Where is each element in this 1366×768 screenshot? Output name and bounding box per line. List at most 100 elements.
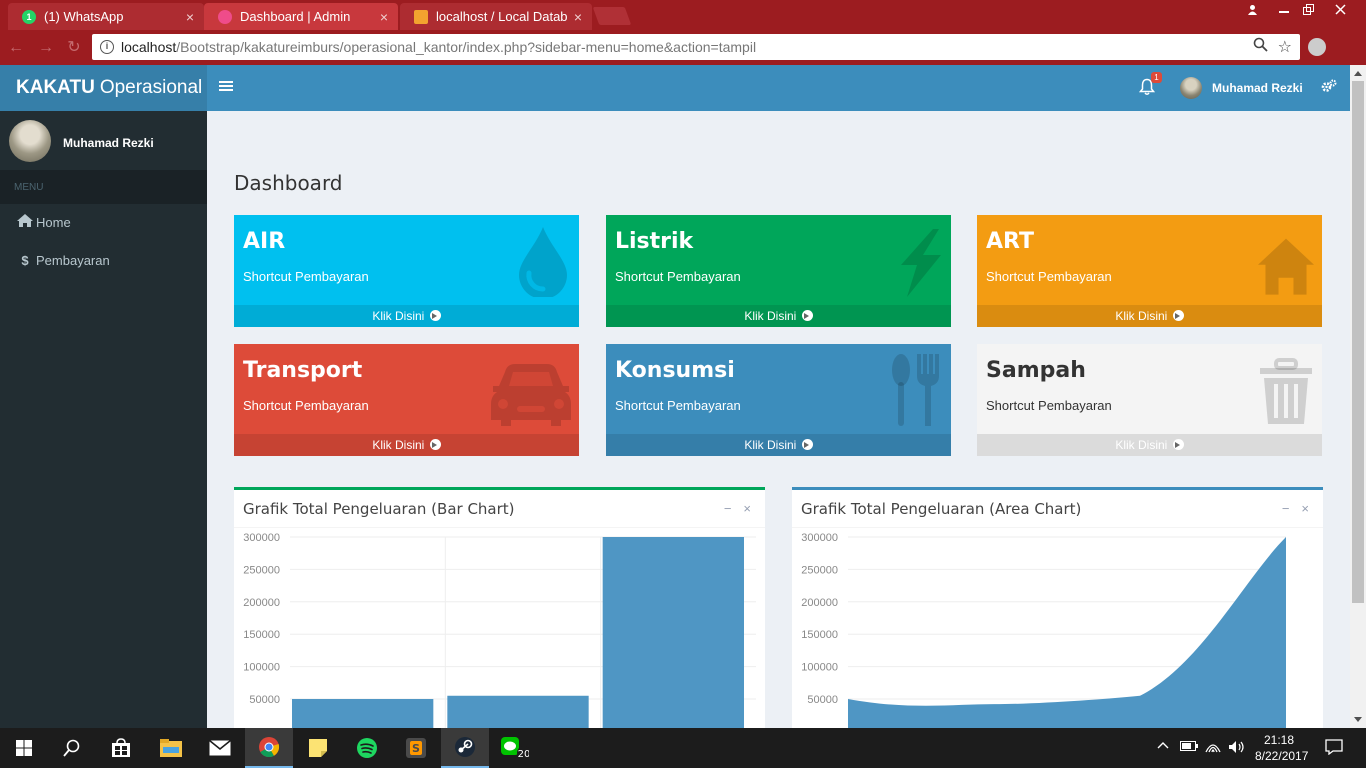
spotify-icon[interactable] [343,728,391,768]
sidebar-item-label: Home [36,214,71,230]
box-subtitle: Shortcut Pembayaran [615,269,741,284]
sidebar-user-name: Muhamad Rezki [63,136,154,150]
box-subtitle: Shortcut Pembayaran [986,398,1112,413]
y-tick-label: 300000 [243,532,280,544]
footer-label: Klik Disini [1115,309,1168,323]
close-window-icon[interactable] [1326,0,1354,18]
profile-icon[interactable] [1238,0,1266,18]
tab-phpmyadmin[interactable]: localhost / Local Databa × [400,3,592,30]
footer-label: Klik Disini [744,438,797,452]
shortcut-box-konsumsi: Konsumsi Shortcut Pembayaran Klik Disini [606,344,951,456]
line-badge-count: 20 [518,749,529,760]
file-explorer-icon[interactable] [147,728,195,768]
avatar[interactable] [1180,77,1202,99]
box-title: ART [986,229,1034,254]
forward-arrow-icon[interactable]: → [36,38,56,58]
extension-icon[interactable] [1308,38,1326,56]
box-footer-link[interactable]: Klik Disini [977,305,1322,327]
box-title: Listrik [615,229,694,254]
dollar-icon: $ [21,252,29,268]
sidebar-item-home[interactable]: Home [0,204,207,240]
logo-rest: Operasional [99,77,203,98]
area-chart-panel: Grafik Total Pengeluaran (Area Chart) − ×… [792,487,1323,728]
box-footer-link[interactable]: Klik Disini [234,305,579,327]
minimize-icon[interactable]: − [1282,501,1290,516]
tab-close-icon[interactable]: × [380,9,388,25]
restore-window-icon[interactable] [1294,0,1322,18]
box-subtitle: Shortcut Pembayaran [986,269,1112,284]
tab-title: (1) WhatsApp [44,9,124,24]
battery-icon[interactable] [1180,740,1198,755]
page-scrollbar[interactable] [1350,65,1366,728]
y-tick-label: 300000 [801,532,838,544]
sublime-text-icon[interactable]: S [392,728,440,768]
wifi-icon[interactable] [1205,740,1221,757]
svg-text:S: S [412,742,420,755]
y-tick-label: 100000 [801,662,838,674]
tab-whatsapp[interactable]: 1 (1) WhatsApp × [8,3,204,30]
app-logo[interactable]: KAKATU Operasional [0,65,207,111]
box-title: Transport [243,358,363,383]
bar [602,537,744,728]
arrow-circle-right-icon [429,310,441,321]
tab-close-icon[interactable]: × [186,9,194,25]
mail-icon[interactable] [196,728,244,768]
search-icon[interactable] [48,728,96,768]
box-title: AIR [243,229,286,254]
shortcut-box-listrik: Listrik Shortcut Pembayaran Klik Disini [606,215,951,327]
sidebar-toggle-icon[interactable] [219,79,233,93]
sidebar: Muhamad Rezki MENU Home $ Pembayaran [0,111,207,728]
topnav-user-name[interactable]: Muhamad Rezki [1212,81,1303,95]
minimize-icon[interactable]: − [724,501,732,516]
chrome-icon[interactable] [245,728,293,768]
home-icon [16,214,34,230]
y-tick-label: 50000 [807,694,838,706]
y-tick-label: 200000 [801,597,838,609]
info-icon[interactable]: i [100,40,114,54]
main-content: Dashboard AIR Shortcut Pembayaran Klik D… [207,111,1350,728]
box-footer-link[interactable]: Klik Disini [606,305,951,327]
tab-close-icon[interactable]: × [574,9,582,25]
bookmark-star-icon[interactable]: ☆ [1278,37,1292,57]
close-icon[interactable]: × [743,501,751,516]
new-tab-button[interactable] [592,7,632,25]
sidebar-item-pembayaran[interactable]: $ Pembayaran [0,242,207,278]
store-icon[interactable] [97,728,145,768]
arrow-circle-right-icon [801,310,813,321]
tab-dashboard[interactable]: Dashboard | Admin × [204,3,398,30]
url-text[interactable]: localhost/Bootstrap/kakatureimburs/opera… [121,39,1243,55]
car-icon [491,364,571,426]
box-footer-link[interactable]: Klik Disini [234,434,579,456]
gears-icon[interactable] [1321,79,1337,96]
windows-start-icon[interactable] [0,728,48,768]
volume-icon[interactable] [1228,740,1246,757]
panel-title: Grafik Total Pengeluaran (Area Chart) [801,500,1082,518]
footer-label: Klik Disini [744,309,797,323]
sidebar-item-label: Pembayaran [36,252,110,268]
windows-taskbar: S 20 21:18 8/22/2017 [0,728,1366,768]
dashboard-favicon-icon [218,9,232,24]
show-hidden-icons-icon[interactable] [1157,740,1169,755]
scrollbar-thumb[interactable] [1352,81,1364,603]
reload-icon[interactable]: ↻ [64,38,84,58]
box-footer-link[interactable]: Klik Disini [606,434,951,456]
close-icon[interactable]: × [1301,501,1309,516]
panel-tools: − × [1270,501,1309,516]
taskbar-clock[interactable]: 21:18 8/22/2017 [1255,732,1309,764]
back-arrow-icon[interactable]: ← [6,38,26,58]
scroll-up-arrow-icon[interactable] [1354,71,1362,76]
bar [292,699,434,728]
box-footer-link[interactable]: Klik Disini [977,434,1322,456]
clock-date: 8/22/2017 [1255,749,1309,763]
top-navbar: 1 Muhamad Rezki [207,65,1350,111]
sidebar-menu-header: MENU [0,170,207,204]
sticky-notes-icon[interactable] [294,728,342,768]
action-center-icon[interactable] [1325,739,1343,758]
line-messenger-icon[interactable]: 20 [490,728,538,768]
address-bar[interactable]: i localhost/Bootstrap/kakatureimburs/ope… [92,34,1300,60]
sidebar-avatar [9,120,51,162]
scroll-down-arrow-icon[interactable] [1354,717,1362,722]
zoom-search-icon[interactable] [1253,37,1268,57]
steam-icon[interactable] [441,728,489,768]
shortcut-box-sampah: Sampah Shortcut Pembayaran Klik Disini [977,344,1322,456]
